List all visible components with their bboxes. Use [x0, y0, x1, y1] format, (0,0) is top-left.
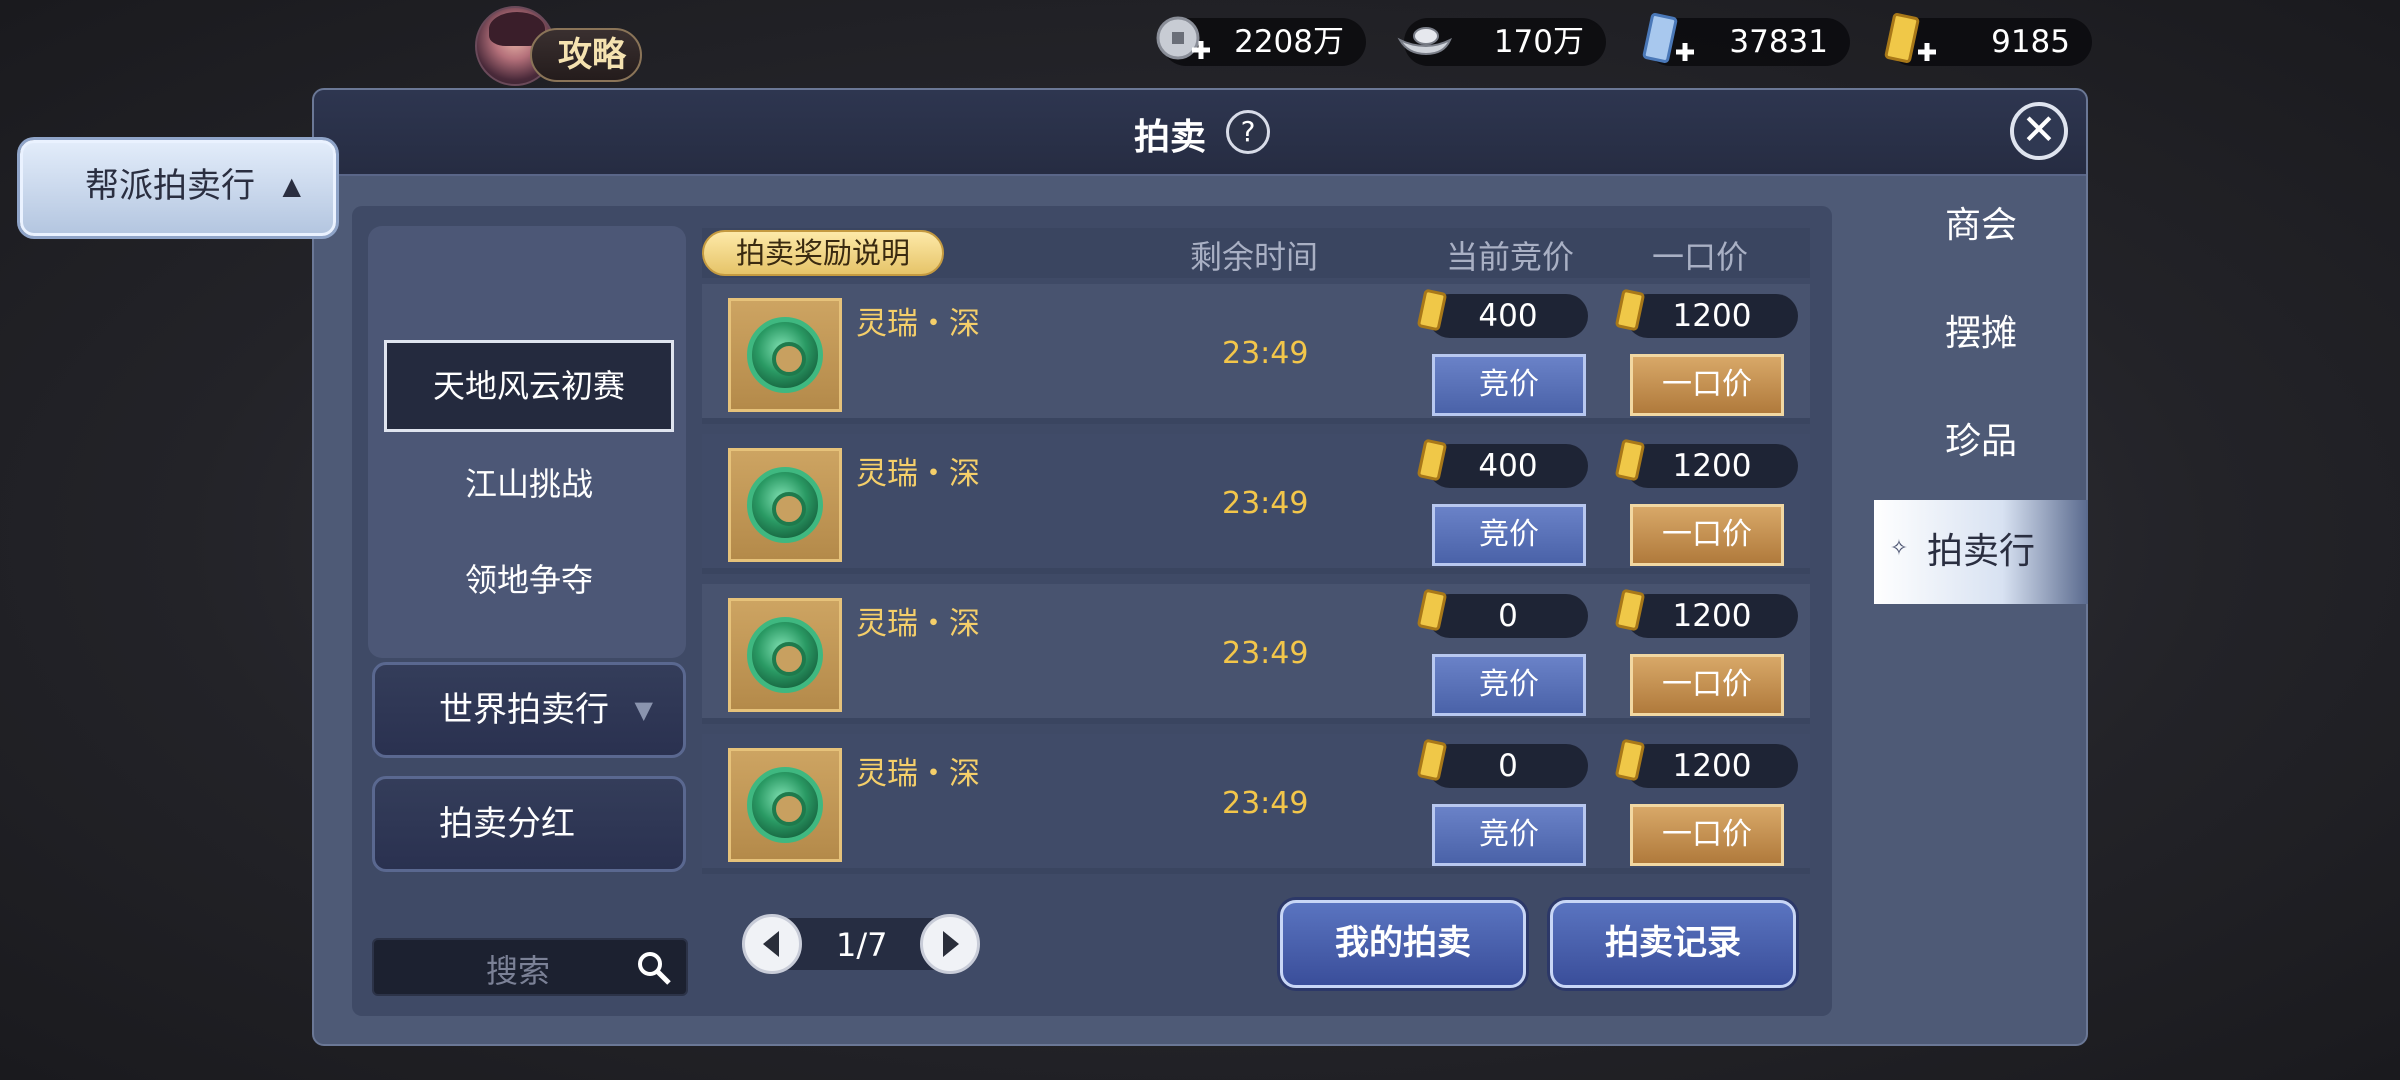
currency-silver[interactable]: 170万: [1397, 18, 1606, 66]
gold-ticket-icon: [1417, 739, 1447, 781]
collapse-arrow-icon: ▲: [282, 172, 301, 200]
time-left: 23:49: [1222, 486, 1309, 521]
currency-gold-ticket-value: 9185: [1991, 24, 2070, 60]
search-placeholder: 搜索: [486, 952, 551, 990]
dividend-button[interactable]: 拍卖分红: [372, 776, 686, 872]
bid-button[interactable]: 竞价: [1432, 354, 1586, 416]
time-left: 23:49: [1222, 336, 1309, 371]
prev-page-button[interactable]: [742, 914, 802, 974]
jade-icon: [747, 617, 823, 693]
buyout-button[interactable]: 一口价: [1630, 354, 1784, 416]
item-name: 灵瑞・深: [856, 306, 980, 342]
auction-records-button[interactable]: 拍卖记录: [1550, 900, 1796, 988]
world-auction-button[interactable]: 世界拍卖行 ▼: [372, 662, 686, 758]
buyout-price: 1200: [1615, 739, 1798, 788]
help-icon[interactable]: ?: [1226, 110, 1270, 154]
gold-ticket-icon: [1615, 589, 1645, 631]
jade-icon: [747, 767, 823, 843]
item-icon[interactable]: [728, 748, 842, 862]
blue-ticket-icon: [1642, 13, 1694, 63]
item-name: 灵瑞・深: [856, 606, 980, 642]
bid-button[interactable]: 竞价: [1432, 504, 1586, 566]
list-item[interactable]: 灵瑞・深 23:49 0 1200 竞价 一口价: [702, 584, 1810, 724]
next-page-button[interactable]: [920, 914, 980, 974]
gold-ticket-icon: [1417, 439, 1447, 481]
header-buyout: 一口价: [1652, 238, 1749, 276]
item-name: 灵瑞・深: [856, 756, 980, 792]
buyout-button[interactable]: 一口价: [1630, 804, 1784, 866]
guide-button[interactable]: 攻略: [475, 6, 643, 86]
item-name: 灵瑞・深: [856, 456, 980, 492]
silver-ingot-icon: [1397, 27, 1452, 56]
buyout-price: 1200: [1615, 589, 1798, 638]
currency-silver-value: 170万: [1493, 24, 1584, 60]
close-icon[interactable]: ✕: [2010, 102, 2068, 160]
tab-stall[interactable]: 摆摊: [1874, 282, 2088, 386]
guide-label: 攻略: [530, 28, 642, 82]
gold-ticket-icon: [1417, 289, 1447, 331]
gold-ticket-icon: [1615, 289, 1645, 331]
current-bid-price: 0: [1417, 739, 1588, 788]
buyout-price: 1200: [1615, 289, 1798, 338]
current-bid-price: 0: [1417, 589, 1588, 638]
list-item[interactable]: 灵瑞・深 23:49 400 1200 竞价 一口价: [702, 284, 1810, 424]
world-auction-label: 世界拍卖行: [439, 690, 609, 730]
tab-auction-house[interactable]: ✧ 拍卖行: [1874, 500, 2088, 604]
jade-icon: [747, 467, 823, 543]
page-indicator: 1/7: [836, 926, 888, 964]
submenu-item-tiandi[interactable]: 天地风云初赛: [384, 340, 674, 432]
header-time-left: 剩余时间: [1190, 238, 1319, 276]
submenu-item-lingdi[interactable]: 领地争夺: [384, 548, 674, 612]
current-bid-price: 400: [1417, 439, 1588, 488]
header-current-bid: 当前竞价: [1446, 238, 1575, 276]
gold-ticket-icon: [1417, 589, 1447, 631]
time-left: 23:49: [1222, 636, 1309, 671]
reward-info-button[interactable]: 拍卖奖励说明: [702, 230, 944, 276]
currency-blue-ticket-value: 37831: [1729, 24, 1828, 60]
expand-arrow-icon: ▼: [634, 696, 653, 724]
gold-ticket-icon: [1884, 13, 1936, 63]
time-left: 23:49: [1222, 786, 1309, 821]
search-input[interactable]: 搜索: [372, 938, 688, 996]
gold-ticket-icon: [1615, 739, 1645, 781]
dividend-label: 拍卖分红: [439, 804, 575, 844]
tab-auction-house-label: 拍卖行: [1926, 531, 2035, 572]
submenu-item-jiangshan[interactable]: 江山挑战: [384, 452, 674, 516]
item-icon[interactable]: [728, 298, 842, 412]
search-icon[interactable]: [636, 950, 672, 986]
buyout-button[interactable]: 一口价: [1630, 654, 1784, 716]
guild-auction-label: 帮派拍卖行: [85, 166, 255, 206]
tab-treasures[interactable]: 珍品: [1874, 390, 2088, 494]
buyout-button[interactable]: 一口价: [1630, 504, 1784, 566]
item-icon[interactable]: [728, 448, 842, 562]
current-bid-price: 400: [1417, 289, 1588, 338]
item-icon[interactable]: [728, 598, 842, 712]
list-item[interactable]: 灵瑞・深 23:49 0 1200 竞价 一口价: [702, 734, 1810, 874]
my-auctions-button[interactable]: 我的拍卖: [1280, 900, 1526, 988]
selected-marker-icon: ✧: [1889, 536, 1909, 561]
panel-title: 拍卖: [1134, 116, 1207, 158]
gold-ticket-icon: [1615, 439, 1645, 481]
currency-coins[interactable]: 2208万: [1156, 16, 1366, 66]
coin-icon: [1156, 16, 1210, 60]
currency-gold-ticket[interactable]: 9185: [1884, 13, 2092, 66]
bid-button[interactable]: 竞价: [1432, 804, 1586, 866]
buyout-price: 1200: [1615, 439, 1798, 488]
chevron-right-icon: [943, 931, 959, 957]
chevron-left-icon: [763, 931, 779, 957]
currency-blue-ticket[interactable]: 37831: [1642, 13, 1850, 66]
list-item[interactable]: 灵瑞・深 23:49 400 1200 竞价 一口价: [702, 434, 1810, 574]
currency-coins-value: 2208万: [1234, 24, 1344, 60]
tab-chamber-of-commerce[interactable]: 商会: [1874, 174, 2088, 278]
jade-icon: [747, 317, 823, 393]
guild-auction-button[interactable]: 帮派拍卖行 ▲: [20, 140, 336, 236]
bid-button[interactable]: 竞价: [1432, 654, 1586, 716]
